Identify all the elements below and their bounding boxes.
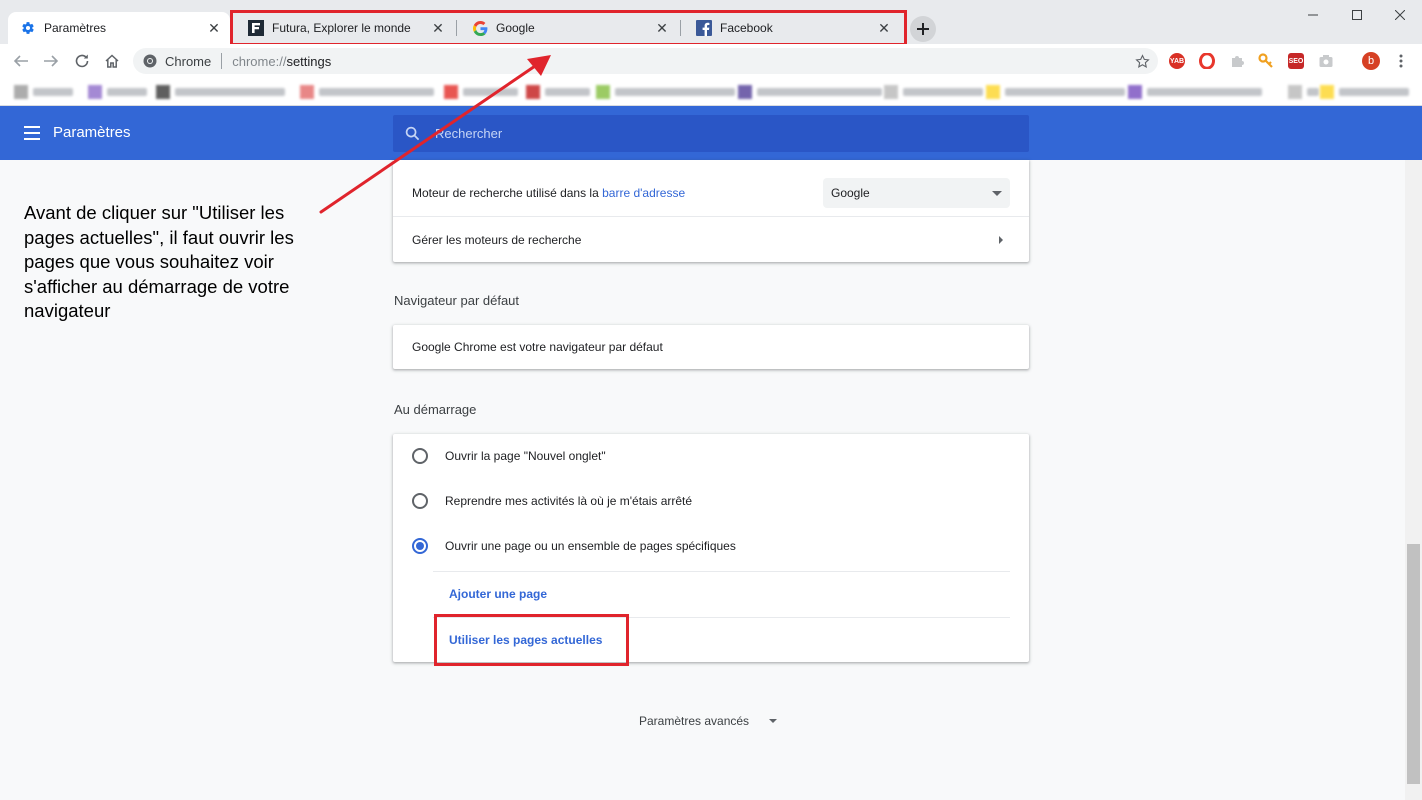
- bookmark-item[interactable]: [444, 85, 518, 99]
- radio-new-tab[interactable]: [412, 448, 428, 464]
- bookmark-item[interactable]: [1128, 85, 1262, 99]
- bookmark-item[interactable]: [738, 85, 882, 99]
- bookmark-item[interactable]: [1288, 85, 1319, 99]
- use-current-highlight-box: [434, 614, 629, 666]
- key-extension-icon[interactable]: [1258, 53, 1274, 69]
- forward-button[interactable]: [39, 49, 63, 73]
- gear-icon: [20, 20, 36, 36]
- arrow-left-icon: [13, 55, 28, 67]
- bookmark-item[interactable]: [88, 85, 147, 99]
- annotation-text: Avant de cliquer sur "Utiliser les pages…: [24, 202, 294, 321]
- default-browser-card: Google Chrome est votre navigateur par d…: [393, 325, 1029, 369]
- dropdown-arrow-icon: [992, 190, 1002, 196]
- bookmark-item[interactable]: [156, 85, 285, 99]
- reload-icon: [75, 54, 89, 68]
- home-button[interactable]: [100, 49, 124, 73]
- minimize-button[interactable]: [1300, 4, 1326, 26]
- omnibox-divider: [221, 53, 223, 69]
- opera-extension-icon[interactable]: [1199, 53, 1215, 69]
- minimize-icon: [1308, 14, 1318, 16]
- tab-parametres[interactable]: Paramètres ✕: [8, 12, 230, 44]
- advanced-settings-label: Paramètres avancés: [639, 714, 750, 728]
- hamburger-menu-icon[interactable]: [24, 126, 40, 140]
- search-engine-select[interactable]: Google: [823, 178, 1010, 208]
- bookmark-item[interactable]: [300, 85, 434, 99]
- origin-label: Chrome: [165, 53, 212, 69]
- bookmark-item[interactable]: [526, 85, 590, 99]
- search-input[interactable]: [435, 126, 995, 141]
- chevron-down-icon: [769, 719, 778, 723]
- reload-button[interactable]: [70, 49, 94, 73]
- row-divider: [433, 571, 1010, 572]
- bookmark-item[interactable]: [884, 85, 983, 99]
- maximize-icon: [1352, 10, 1362, 20]
- plus-icon: [917, 23, 929, 35]
- kebab-menu-icon: [1399, 54, 1403, 68]
- avatar[interactable]: b: [1362, 52, 1380, 70]
- bookmark-star-icon[interactable]: [1132, 51, 1152, 71]
- close-icon: [1395, 10, 1405, 20]
- search-engine-card: Moteur de recherche utilisé dans la barr…: [393, 160, 1029, 262]
- address-bar[interactable]: Chrome chrome:// settings: [133, 48, 1158, 74]
- chevron-right-icon: [999, 235, 1003, 244]
- tab-title: Paramètres: [44, 21, 107, 35]
- settings-header: Paramètres: [0, 106, 1422, 160]
- back-button[interactable]: [9, 49, 33, 73]
- more-menu-button[interactable]: [1393, 52, 1409, 70]
- yab-extension-icon[interactable]: YAB: [1169, 53, 1185, 69]
- url-path: settings: [286, 53, 332, 69]
- radio-continue-label[interactable]: Reprendre mes activités là où je m'étais…: [445, 494, 692, 508]
- radio-new-tab-label[interactable]: Ouvrir la page "Nouvel onglet": [445, 449, 606, 463]
- manage-search-engines-row[interactable]: Gérer les moteurs de recherche: [393, 217, 1029, 262]
- advanced-settings-toggle[interactable]: Paramètres avancés: [639, 714, 778, 728]
- camera-extension-icon[interactable]: [1318, 53, 1334, 69]
- search-icon: [405, 126, 421, 142]
- radio-continue[interactable]: [412, 493, 428, 509]
- bookmark-item[interactable]: [596, 85, 735, 99]
- page-title: Paramètres: [53, 124, 131, 141]
- search-engine-label: Moteur de recherche utilisé dans la: [412, 186, 603, 200]
- bookmark-item[interactable]: [14, 85, 73, 99]
- address-bar-link[interactable]: barre d'adresse: [602, 186, 685, 200]
- radio-specific-pages[interactable]: [412, 538, 428, 554]
- close-icon[interactable]: ✕: [206, 20, 222, 36]
- search-engine-value: Google: [831, 186, 870, 200]
- bookmark-item[interactable]: [986, 85, 1125, 99]
- maximize-button[interactable]: [1344, 4, 1370, 26]
- arrow-right-icon: [44, 55, 59, 67]
- bookmarks-bar: [0, 78, 1422, 106]
- radio-specific-pages-label[interactable]: Ouvrir une page ou un ensemble de pages …: [445, 539, 736, 553]
- seo-extension-icon[interactable]: SEO: [1288, 53, 1304, 69]
- startup-title: Au démarrage: [394, 402, 477, 417]
- new-tab-button[interactable]: [910, 16, 936, 42]
- bookmark-item[interactable]: [1320, 85, 1409, 99]
- url-scheme: chrome://: [232, 53, 287, 69]
- tabs-highlight-box: [230, 10, 907, 46]
- settings-search[interactable]: [393, 115, 1029, 152]
- manage-search-engines-label: Gérer les moteurs de recherche: [412, 232, 582, 247]
- default-browser-status: Google Chrome est votre navigateur par d…: [412, 340, 663, 354]
- home-icon: [105, 54, 119, 68]
- default-browser-title: Navigateur par défaut: [394, 293, 520, 308]
- chrome-logo-icon: [143, 54, 157, 68]
- puzzle-extension-icon[interactable]: [1229, 53, 1245, 69]
- window-close-button[interactable]: [1387, 4, 1413, 26]
- add-page-link[interactable]: Ajouter une page: [449, 587, 547, 601]
- scrollbar-thumb[interactable]: [1407, 544, 1420, 784]
